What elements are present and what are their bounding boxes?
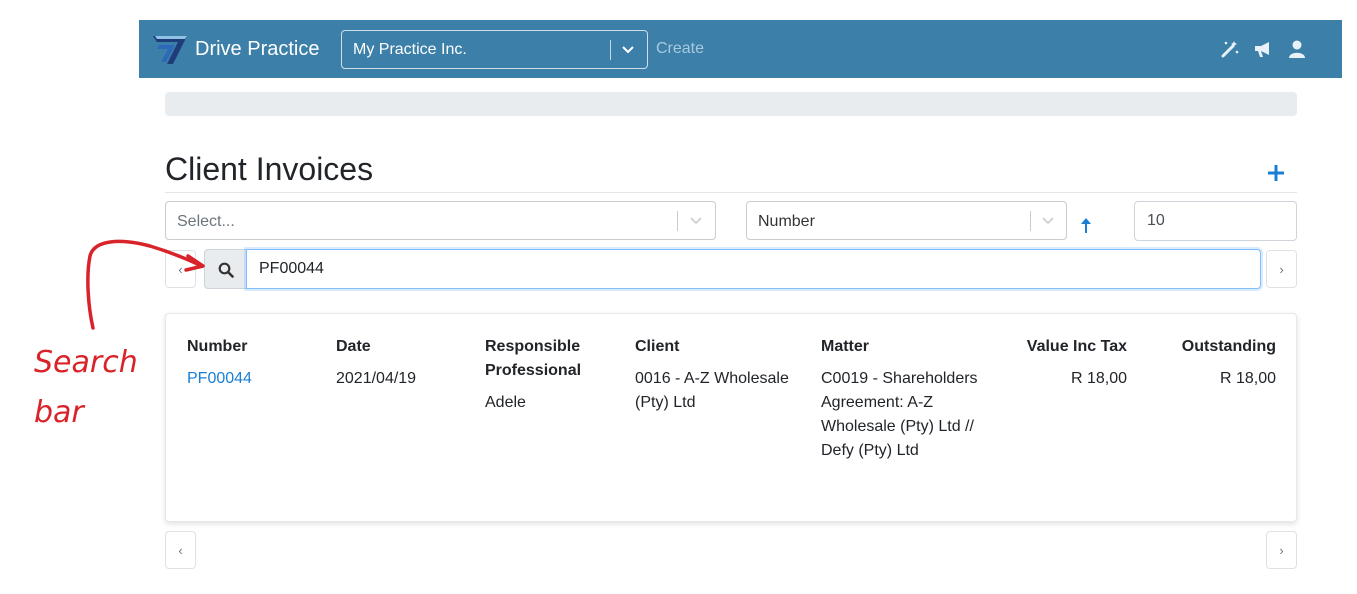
user-icon[interactable] bbox=[1287, 39, 1307, 59]
header-outstanding[interactable]: Outstanding bbox=[1156, 335, 1276, 359]
client-filter-select[interactable]: Select... bbox=[165, 201, 716, 240]
next-page-button-top[interactable]: › bbox=[1266, 250, 1297, 288]
invoice-professional: Adele bbox=[485, 394, 526, 411]
client-filter-separator bbox=[677, 211, 678, 231]
page-title: Client Invoices bbox=[165, 151, 374, 187]
top-navbar: Drive Practice My Practice Inc. Create bbox=[139, 20, 1342, 78]
header-value-inc-tax[interactable]: Value Inc Tax bbox=[996, 335, 1127, 359]
chevron-down-icon bbox=[622, 46, 634, 54]
header-matter[interactable]: Matter bbox=[821, 335, 869, 359]
search-bar-annotation: Search bar bbox=[34, 338, 138, 438]
progress-bar bbox=[165, 92, 1297, 116]
annotation-line-2: bar bbox=[34, 395, 84, 430]
annotation-line-1: Search bbox=[34, 345, 138, 380]
drive-practice-logo-icon bbox=[153, 36, 187, 64]
brand-name: Drive Practice bbox=[195, 37, 320, 60]
header-date[interactable]: Date bbox=[336, 335, 371, 359]
invoice-client: 0016 - A-Z Wholesale (Pty) Ltd bbox=[635, 370, 789, 411]
megaphone-icon[interactable] bbox=[1253, 39, 1273, 59]
create-link[interactable]: Create bbox=[656, 40, 704, 58]
invoice-value-inc-tax: R 18,00 bbox=[1070, 370, 1127, 387]
sort-field-select[interactable]: Number bbox=[746, 201, 1067, 240]
header-number[interactable]: Number bbox=[187, 335, 247, 359]
practice-select-separator bbox=[610, 40, 611, 60]
plus-icon[interactable] bbox=[1265, 162, 1287, 184]
invoice-number-link[interactable]: PF00044 bbox=[187, 367, 252, 391]
search-icon bbox=[218, 262, 234, 278]
chevron-down-icon bbox=[1042, 217, 1054, 225]
sort-field-value: Number bbox=[758, 213, 815, 230]
sort-ascending-arrow-icon[interactable] bbox=[1078, 215, 1094, 235]
chevron-down-icon bbox=[690, 217, 702, 225]
practice-select[interactable]: My Practice Inc. bbox=[341, 30, 648, 69]
prev-page-button-bottom[interactable]: ‹ bbox=[165, 531, 196, 569]
search-button[interactable] bbox=[204, 249, 247, 289]
search-input[interactable] bbox=[246, 249, 1261, 289]
client-filter-placeholder: Select... bbox=[177, 213, 235, 230]
page-size-input[interactable] bbox=[1134, 201, 1297, 241]
header-responsible-professional[interactable]: Responsible Professional bbox=[485, 335, 605, 383]
next-page-button-bottom[interactable]: › bbox=[1266, 531, 1297, 569]
invoice-results-table: Number Date Responsible Professional Cli… bbox=[165, 313, 1297, 522]
header-client[interactable]: Client bbox=[635, 335, 679, 359]
practice-select-value: My Practice Inc. bbox=[353, 41, 467, 58]
brand[interactable]: Drive Practice bbox=[151, 32, 319, 66]
invoice-date: 2021/04/19 bbox=[336, 370, 417, 387]
title-divider bbox=[165, 192, 1297, 193]
invoice-matter: C0019 - Shareholders Agreement: A-Z Whol… bbox=[821, 370, 978, 459]
magic-wand-icon[interactable] bbox=[1220, 39, 1240, 59]
sort-field-separator bbox=[1030, 211, 1031, 231]
invoice-outstanding: R 18,00 bbox=[1219, 370, 1276, 387]
